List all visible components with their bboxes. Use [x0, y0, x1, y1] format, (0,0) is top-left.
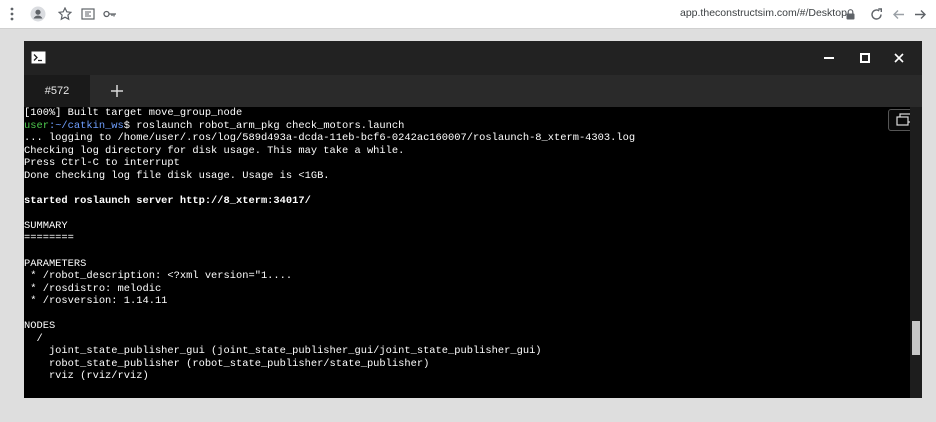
terminal-line: user:~/catkin_ws$ roslaunch robot_arm_pk… — [24, 120, 910, 133]
more-vert-icon[interactable] — [2, 4, 22, 24]
terminal-line: Checking log directory for disk usage. T… — [24, 145, 910, 158]
terminal-line: started roslaunch server http://8_xterm:… — [24, 195, 910, 208]
bookmark-star-icon[interactable] — [55, 4, 75, 24]
terminal-window: #572 [100%] Built target move_group_node… — [24, 41, 922, 398]
terminal-line: * /rosdistro: melodic — [24, 283, 910, 296]
terminal-line: ======== — [24, 232, 910, 245]
back-arrow-icon[interactable] — [888, 4, 908, 24]
close-icon[interactable] — [890, 50, 908, 66]
terminal-text: [100%] Built target move_group_node — [24, 107, 243, 119]
terminal-output[interactable]: [100%] Built target move_group_node user:… — [24, 107, 910, 398]
terminal-text: Press Ctrl-C to interrupt — [24, 157, 180, 170]
add-tab-icon[interactable] — [106, 78, 128, 104]
scrollbar-thumb[interactable] — [912, 321, 920, 355]
window-titlebar[interactable] — [24, 41, 922, 75]
forward-arrow-icon[interactable] — [910, 4, 930, 24]
terminal-line: SUMMARY — [24, 220, 910, 233]
terminal-text: / — [24, 332, 43, 345]
terminal-text: Checking log directory for disk usage. T… — [24, 144, 405, 157]
lock-icon[interactable] — [840, 4, 860, 24]
terminal-tab-bar: #572 — [24, 75, 922, 107]
terminal-line: ... logging to /home/user/.ros/log/589d4… — [24, 132, 910, 145]
terminal-text: started roslaunch server http://8_xterm:… — [24, 194, 311, 207]
key-icon[interactable] — [100, 4, 120, 24]
address-bar-url[interactable]: app.theconstructsim.com/#/Desktop — [680, 7, 847, 19]
terminal-text: robot_state_publisher (robot_state_publi… — [24, 357, 430, 370]
terminal-text: * /rosdistro: melodic — [24, 282, 162, 295]
desktop-area: #572 [100%] Built target move_group_node… — [0, 29, 936, 422]
terminal-text: :~/catkin_ws — [48, 119, 124, 132]
terminal-line: joint_state_publisher_gui (joint_state_p… — [24, 345, 910, 358]
terminal-text: Done checking log file disk usage. Usage… — [24, 169, 330, 182]
maximize-icon[interactable] — [856, 50, 874, 66]
terminal-line: * /rosversion: 1.14.11 — [24, 295, 910, 308]
terminal-text: user — [24, 119, 49, 132]
tab-572[interactable]: #572 — [24, 75, 90, 107]
media-cast-icon[interactable] — [78, 4, 98, 24]
reload-icon[interactable] — [866, 4, 886, 24]
browser-toolbar: app.theconstructsim.com/#/Desktop — [0, 0, 936, 29]
minimize-icon[interactable] — [820, 50, 838, 66]
terminal-text: ======== — [24, 232, 74, 245]
terminal-line: rviz (rviz/rviz) — [24, 370, 910, 383]
terminal-text: $ roslaunch robot_arm_pkg check_motors.l… — [123, 119, 405, 132]
terminal-line: robot_state_publisher (robot_state_publi… — [24, 358, 910, 371]
terminal-text: rviz (rviz/rviz) — [24, 370, 149, 383]
terminal-text: * /robot_description: <?xml version="1..… — [24, 270, 293, 283]
terminal-line: / — [24, 333, 910, 346]
terminal-text: NODES — [24, 320, 56, 333]
terminal-line: NODES — [24, 320, 910, 333]
terminal-line: Done checking log file disk usage. Usage… — [24, 170, 910, 183]
terminal-line: PARAMETERS — [24, 258, 910, 271]
terminal-text: SUMMARY — [24, 219, 68, 232]
terminal-app-icon — [31, 51, 46, 64]
terminal-line: Press Ctrl-C to interrupt — [24, 157, 910, 170]
terminal-scrollbar[interactable] — [910, 107, 922, 398]
terminal-line: * /robot_description: <?xml version="1..… — [24, 270, 910, 283]
terminal-line: [100%] Built target move_group_node — [24, 107, 910, 120]
terminal-text: * /rosversion: 1.14.11 — [24, 295, 168, 308]
profile-icon[interactable] — [28, 4, 48, 24]
terminal-text: joint_state_publisher_gui (joint_state_p… — [24, 345, 542, 358]
terminal-text: PARAMETERS — [24, 257, 87, 270]
terminal-text: ... logging to /home/user/.ros/log/589d4… — [24, 132, 636, 145]
